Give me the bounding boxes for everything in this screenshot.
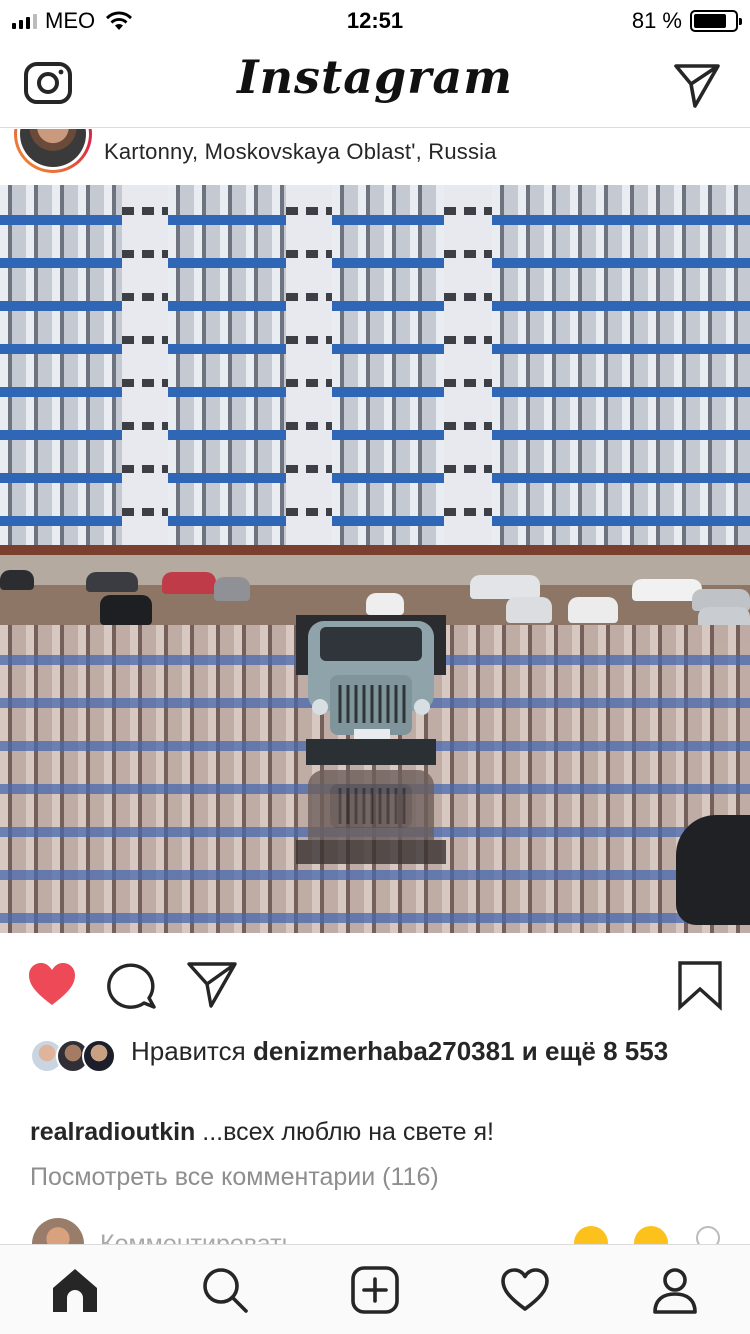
caption: realradioutkin ...всех люблю на свете я! xyxy=(30,1118,730,1147)
car xyxy=(100,595,152,625)
bookmark-icon[interactable] xyxy=(674,959,726,1011)
post-header: Kartonny, Moskovskaya Oblast', Russia xyxy=(0,129,750,185)
emoji-icon[interactable] xyxy=(574,1226,608,1244)
car xyxy=(162,572,216,594)
share-icon[interactable] xyxy=(186,959,238,1011)
direct-icon[interactable] xyxy=(672,60,722,110)
tab-bar xyxy=(0,1244,750,1334)
add-emoji-icon[interactable] xyxy=(696,1226,720,1244)
add-icon[interactable] xyxy=(350,1265,400,1315)
car xyxy=(86,572,138,592)
app-header: Instagram xyxy=(0,42,750,128)
building xyxy=(122,185,168,585)
building xyxy=(332,185,444,585)
instagram-logo: Instagram xyxy=(237,50,513,104)
battery-percent: 81 % xyxy=(631,8,682,33)
avatar xyxy=(32,1218,84,1244)
battery-icon xyxy=(690,10,742,32)
view-comments-link[interactable]: Посмотреть все комментарии (116) xyxy=(30,1163,439,1192)
car xyxy=(470,575,540,599)
search-icon[interactable] xyxy=(200,1265,250,1315)
likes-section[interactable]: Нравится denizmerhaba270381 и ещё 8 553 xyxy=(30,1035,730,1073)
building xyxy=(168,185,286,585)
car xyxy=(366,593,404,615)
building xyxy=(444,185,492,585)
liker-avatars xyxy=(30,1039,116,1073)
profile-icon[interactable] xyxy=(650,1265,700,1315)
car xyxy=(676,815,750,925)
post-actions xyxy=(0,933,750,1033)
comment-icon[interactable] xyxy=(106,959,158,1011)
building xyxy=(492,185,750,585)
home-icon[interactable] xyxy=(50,1265,100,1315)
caption-username[interactable]: realradioutkin xyxy=(30,1118,195,1146)
car xyxy=(214,577,250,601)
car xyxy=(0,570,34,590)
likes-count: Нравится denizmerhaba270381 и ещё 8 553 xyxy=(131,1036,669,1066)
comment-input[interactable]: Комментировать xyxy=(100,1230,295,1244)
truck xyxy=(296,615,446,765)
status-bar: MEO 12:51 81 % xyxy=(0,0,750,42)
heart-icon[interactable] xyxy=(26,959,78,1011)
liker-username[interactable]: denizmerhaba270381 xyxy=(253,1036,515,1066)
caption-text: ...всех люблю на свете я! xyxy=(202,1118,494,1146)
car xyxy=(506,597,552,623)
emoji-icon[interactable] xyxy=(634,1226,668,1244)
post-photo[interactable] xyxy=(0,185,750,933)
car xyxy=(568,597,618,623)
avatar[interactable] xyxy=(14,129,92,173)
post-location[interactable]: Kartonny, Moskovskaya Oblast', Russia xyxy=(104,139,497,165)
truck-reflection xyxy=(296,770,446,864)
activity-icon[interactable] xyxy=(500,1265,550,1315)
building xyxy=(0,185,122,585)
building xyxy=(286,185,332,585)
comment-row[interactable]: Комментировать xyxy=(0,1216,750,1244)
